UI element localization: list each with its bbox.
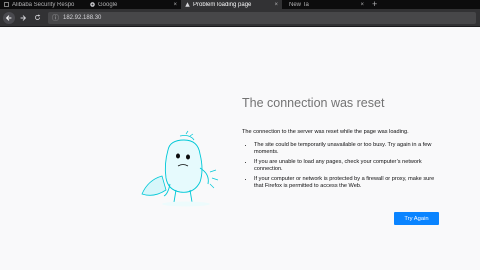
google-icon (90, 2, 95, 7)
list-item: If you are unable to load any pages, che… (254, 159, 442, 173)
tab-title: Google (98, 1, 118, 8)
back-arrow-icon (5, 14, 12, 21)
error-illustration (141, 130, 219, 207)
error-reasons-list: The site could be temporarily unavailabl… (242, 142, 442, 190)
error-intro: The connection to the server was reset w… (242, 129, 409, 135)
tab-google[interactable]: Google × (86, 0, 181, 9)
navigation-toolbar: ⓘ 182.92.188.30 (0, 9, 480, 27)
tab-title: Alibaba Security Respo (12, 1, 75, 8)
tab-problem-loading[interactable]: Problem loading page × (181, 0, 282, 9)
tab-alibaba[interactable]: Alibaba Security Respo (0, 0, 86, 9)
tab-title: Problem loading page (193, 1, 252, 8)
info-icon[interactable]: ⓘ (52, 13, 59, 23)
new-tab-button[interactable]: + (372, 0, 377, 9)
reload-icon (34, 14, 40, 20)
page-icon (4, 2, 9, 7)
error-content: The connection was reset The connection … (242, 96, 442, 193)
try-again-button[interactable]: Try Again (394, 212, 439, 225)
close-icon[interactable]: × (360, 2, 364, 8)
forward-arrow-icon (20, 14, 27, 21)
list-item: If your computer or network is protected… (254, 176, 442, 190)
error-title: The connection was reset (242, 96, 385, 110)
tab-strip: Alibaba Security Respo Google × Problem … (0, 0, 480, 9)
tab-title: New Ta (289, 1, 309, 8)
url-bar[interactable]: ⓘ 182.92.188.30 (48, 11, 476, 24)
url-text[interactable]: 182.92.188.30 (63, 15, 101, 21)
warning-icon (185, 2, 190, 7)
list-item: The site could be temporarily unavailabl… (254, 142, 442, 156)
close-icon[interactable]: × (274, 2, 278, 8)
back-button[interactable] (3, 11, 15, 24)
reload-button[interactable] (31, 12, 43, 24)
tab-new[interactable]: New Ta × (282, 0, 368, 9)
close-icon[interactable]: × (173, 2, 177, 8)
forward-button[interactable] (17, 12, 29, 24)
